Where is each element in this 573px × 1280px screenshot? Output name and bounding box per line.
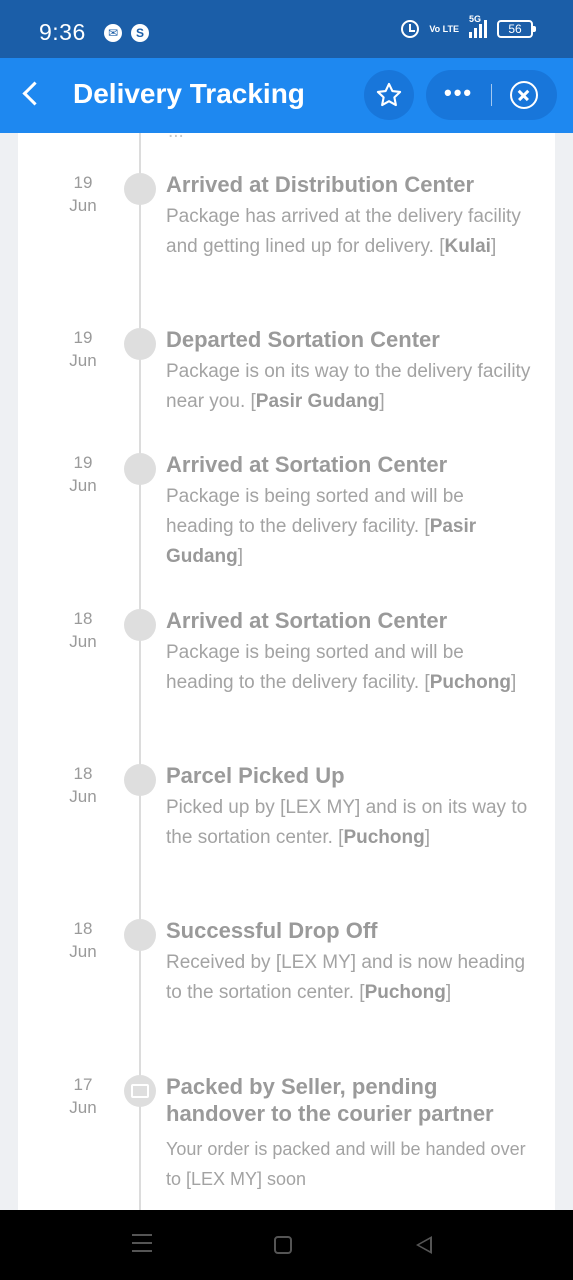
tracking-card: ... 19 Jun Arrived at Distribution Cente…: [18, 133, 555, 1210]
back-icon[interactable]: [416, 1236, 432, 1254]
event-month: Jun: [69, 1098, 97, 1117]
event-month: Jun: [69, 351, 97, 370]
battery-icon: 56: [497, 20, 536, 38]
menu-icon[interactable]: [132, 1234, 152, 1252]
pill-divider: [491, 84, 492, 106]
event-title: Arrived at Sortation Center: [166, 608, 448, 633]
status-dot: [124, 764, 156, 796]
close-icon[interactable]: [510, 81, 538, 109]
event-day: 19: [73, 453, 93, 472]
event-description: Package is on its way to the delivery fa…: [166, 361, 531, 412]
app-header: Delivery Tracking •••: [0, 58, 573, 133]
messenger-icon: ✉: [104, 24, 122, 42]
event-description: Received by [LEX MY] and is now heading …: [166, 952, 526, 1003]
event-date: 18 Jun: [58, 607, 108, 653]
event-title: Arrived at Sortation Center: [166, 452, 448, 477]
event-date: 19 Jun: [58, 326, 108, 372]
event-description: Your order is packed and will be handed …: [166, 1139, 526, 1189]
event-date: 17 Jun: [58, 1073, 108, 1119]
event-description: Package has arrived at the delivery faci…: [166, 206, 521, 257]
event-date: 19 Jun: [58, 451, 108, 497]
more-options-icon[interactable]: •••: [444, 82, 473, 104]
action-pill: •••: [426, 70, 557, 120]
event-month: Jun: [69, 787, 97, 806]
event-date: 19 Jun: [58, 171, 108, 217]
previous-event-peek: ...: [168, 133, 184, 143]
event-title: Successful Drop Off: [166, 918, 378, 943]
signal-icon: 5G: [469, 14, 487, 38]
network-label: 5G: [469, 14, 482, 24]
clock: 9:36: [39, 19, 86, 45]
event-month: Jun: [69, 942, 97, 961]
event-date: 18 Jun: [58, 917, 108, 963]
status-dot: [124, 609, 156, 641]
event-month: Jun: [69, 196, 97, 215]
event-title: Packed by Seller, pending handover to th…: [166, 1074, 494, 1126]
event-title: Parcel Picked Up: [166, 763, 345, 788]
favorite-button[interactable]: [364, 70, 414, 120]
event-day: 17: [73, 1075, 93, 1094]
alarm-icon: [401, 20, 420, 38]
status-bar: 9:36 ✉ S Vo LTE 5G 56: [0, 0, 573, 58]
event-description: Package is being sorted and will be head…: [166, 642, 517, 693]
event-day: 18: [73, 764, 93, 783]
status-dot: [124, 328, 156, 360]
package-icon: [124, 1075, 156, 1107]
status-dot: [124, 173, 156, 205]
status-dot: [124, 453, 156, 485]
event-description: Picked up by [LEX MY] and is on its way …: [166, 797, 528, 848]
event-day: 19: [73, 328, 93, 347]
event-location: Kulai: [444, 236, 491, 257]
event-month: Jun: [69, 476, 97, 495]
event-location: Puchong: [343, 827, 425, 848]
status-dot: [124, 919, 156, 951]
volte-icon: Vo LTE: [429, 23, 459, 34]
star-icon: [376, 82, 402, 107]
event-location: Pasir Gudang: [255, 391, 380, 412]
event-location: Puchong: [364, 982, 446, 1003]
back-button[interactable]: [18, 80, 46, 110]
home-icon[interactable]: [274, 1236, 292, 1254]
event-month: Jun: [69, 632, 97, 651]
event-day: 18: [73, 609, 93, 628]
event-location: Puchong: [429, 672, 511, 693]
event-day: 19: [73, 173, 93, 192]
s-icon: S: [131, 24, 149, 42]
event-description: Package is being sorted and will be head…: [166, 486, 477, 567]
event-title: Departed Sortation Center: [166, 327, 440, 352]
system-nav-bar: [0, 1210, 573, 1280]
event-day: 18: [73, 919, 93, 938]
event-date: 18 Jun: [58, 762, 108, 808]
page-title: Delivery Tracking: [73, 78, 305, 109]
timeline-line: [139, 133, 141, 1210]
event-title: Arrived at Distribution Center: [166, 172, 475, 197]
